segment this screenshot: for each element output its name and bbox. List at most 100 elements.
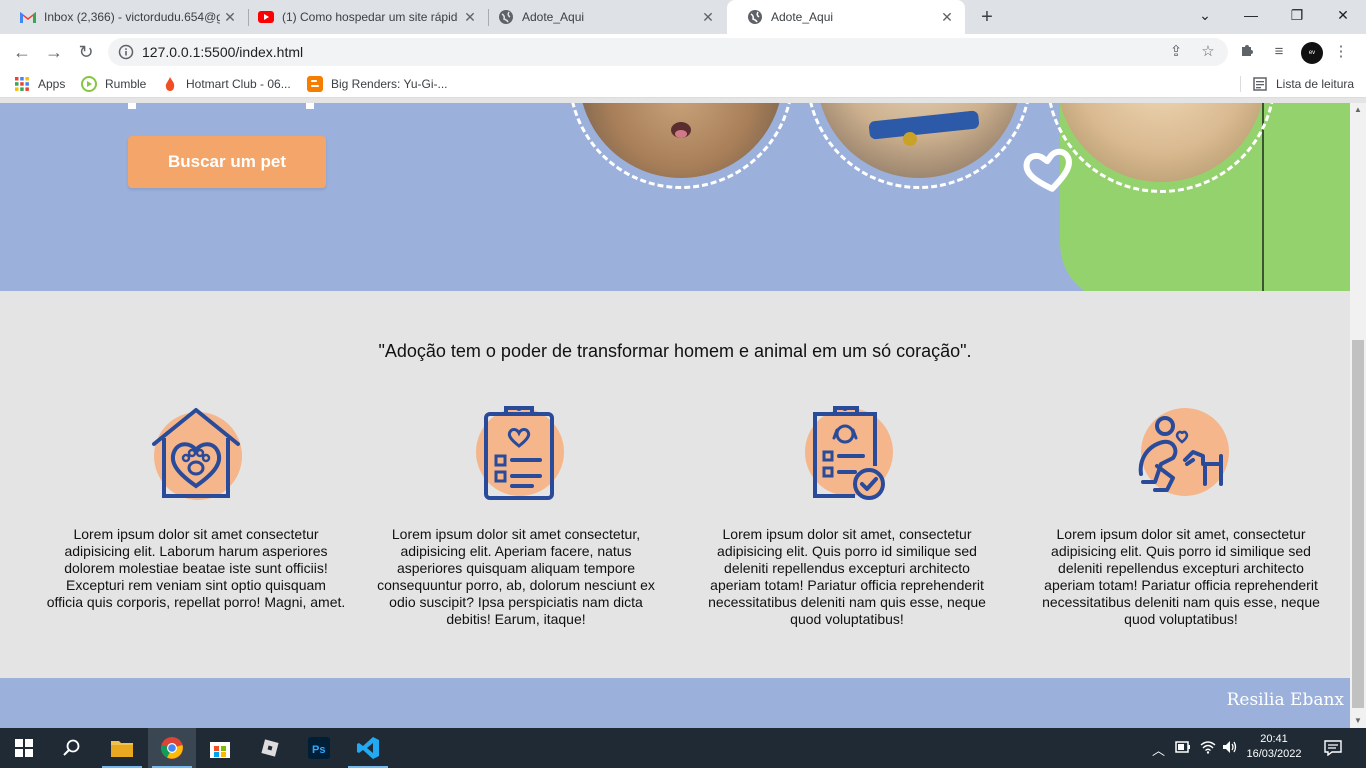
more-menu-icon[interactable]: ⋮ — [1331, 42, 1351, 62]
gmail-icon — [20, 9, 36, 25]
blogger-icon — [307, 76, 323, 92]
search-pet-button[interactable]: Buscar um pet — [128, 136, 326, 188]
media-queue-icon[interactable]: ≡ — [1269, 42, 1289, 62]
tab-strip: Inbox (2,366) - victordudu.654@gmail.com… — [0, 0, 1366, 34]
address-bar[interactable]: 127.0.0.1:5500/index.html ⇪ ☆ — [108, 38, 1228, 66]
tab-title: (1) Como hospedar um site rápido — [282, 10, 458, 24]
feature-card: Lorem ipsum dolor sit amet, consectetur … — [697, 405, 997, 628]
feature-card-text: Lorem ipsum dolor sit amet consectetur a… — [46, 526, 346, 610]
roblox-icon[interactable] — [246, 728, 294, 768]
globe-icon — [747, 9, 763, 25]
pet-photo-poodle — [568, 103, 794, 189]
page-footer: Resilia Ebanx — [0, 678, 1350, 728]
clipboard-heart-icon — [468, 405, 564, 502]
reload-button[interactable]: ↻ — [74, 40, 98, 64]
rumble-icon — [81, 76, 97, 92]
url-text: 127.0.0.1:5500/index.html — [142, 44, 304, 60]
file-explorer-icon[interactable] — [98, 728, 146, 768]
hero-decoration — [306, 103, 314, 109]
bookmark-label: Rumble — [105, 77, 147, 91]
scroll-down-arrow[interactable]: ▼ — [1350, 714, 1366, 728]
bookmark-star-icon[interactable]: ☆ — [1198, 42, 1218, 62]
feature-card-text: Lorem ipsum dolor sit amet, consectetur … — [1042, 526, 1320, 627]
scroll-up-arrow[interactable]: ▲ — [1350, 103, 1366, 117]
bookmark-apps[interactable]: Apps — [14, 76, 65, 92]
reading-list-button[interactable]: Lista de leitura — [1252, 76, 1354, 92]
new-tab-button[interactable]: + — [976, 6, 998, 28]
clock-time: 20:41 — [1260, 733, 1288, 745]
dog-image — [817, 103, 1021, 178]
tab-title: Inbox (2,366) - victordudu.654@gmail.com — [44, 10, 220, 24]
profile-avatar[interactable]: ev — [1301, 42, 1323, 64]
bookmark-separator — [1240, 76, 1241, 92]
footer-brand: Resilia Ebanx — [1226, 690, 1344, 710]
globe-icon — [498, 9, 514, 25]
person-with-dog-icon — [1133, 406, 1229, 502]
search-icon[interactable] — [48, 728, 96, 768]
tab-title: Adote_Aqui — [771, 10, 834, 24]
chrome-icon[interactable] — [148, 728, 196, 768]
vscode-icon[interactable] — [344, 728, 392, 768]
bookmark-label: Big Renders: Yu-Gi-... — [331, 77, 448, 91]
bookmark-rumble[interactable]: Rumble — [81, 76, 146, 92]
taskbar-clock[interactable]: 20:41 16/03/2022 — [1244, 732, 1304, 762]
bookmark-hotmart[interactable]: Hotmart Club - 06... — [162, 76, 291, 92]
apps-grid-icon — [14, 76, 30, 92]
microsoft-store-icon[interactable] — [196, 728, 244, 768]
bookmark-label: Hotmart Club - 06... — [186, 77, 291, 91]
page-scrollbar[interactable]: ▲ ▼ — [1350, 103, 1366, 728]
feature-card-text: Lorem ipsum dolor sit amet consectetur, … — [377, 526, 655, 627]
collar-tag — [903, 132, 917, 146]
feature-card: Lorem ipsum dolor sit amet consectetur a… — [46, 406, 346, 611]
tab-search-chevron-icon[interactable]: ⌄ — [1182, 0, 1228, 30]
back-button[interactable]: ← — [10, 40, 34, 64]
feature-card: Lorem ipsum dolor sit amet, consectetur … — [1031, 406, 1331, 628]
photoshop-icon[interactable]: Ps — [295, 728, 343, 768]
close-tab-icon[interactable]: ✕ — [222, 9, 238, 25]
hotmart-icon — [162, 76, 178, 92]
feature-card-text: Lorem ipsum dolor sit amet, consectetur … — [708, 526, 986, 627]
heart-outline-icon — [1023, 148, 1072, 192]
pet-house-heart-icon — [148, 406, 244, 502]
pet-photo-dog-collar — [806, 103, 1032, 189]
svg-text:Ps: Ps — [312, 744, 325, 756]
battery-icon[interactable] — [1175, 740, 1191, 757]
bookmark-label: Apps — [38, 77, 66, 91]
adoption-quote: "Adoção tem o poder de transformar homem… — [378, 341, 972, 361]
close-window-button[interactable]: ✕ — [1320, 0, 1366, 30]
reading-list-label: Lista de leitura — [1276, 77, 1355, 91]
browser-toolbar: ← → ↻ 127.0.0.1:5500/index.html ⇪ ☆ ≡ ev… — [0, 34, 1366, 70]
youtube-icon — [258, 9, 274, 25]
site-info-icon[interactable] — [118, 44, 134, 60]
start-windows-icon[interactable] — [0, 728, 48, 768]
volume-icon[interactable] — [1222, 740, 1238, 757]
poodle-mouth — [671, 122, 691, 138]
bookmark-big-renders[interactable]: Big Renders: Yu-Gi-... — [307, 76, 448, 92]
extensions-puzzle-icon[interactable] — [1237, 42, 1257, 62]
tab-adote-aqui-active[interactable]: Adote_Aqui ✕ — [727, 0, 965, 34]
hero-decoration — [128, 103, 136, 109]
show-hidden-icons-icon[interactable]: ︿ — [1152, 740, 1165, 759]
tab-adote-aqui[interactable]: Adote_Aqui ✕ — [478, 0, 726, 34]
close-tab-icon[interactable]: ✕ — [462, 9, 478, 25]
wifi-icon[interactable] — [1200, 740, 1216, 757]
share-icon[interactable]: ⇪ — [1166, 42, 1186, 62]
bookmarks-bar: Apps Rumble Hotmart Club - 06... Big Ren… — [0, 70, 1366, 98]
forward-button[interactable]: → — [42, 40, 66, 64]
minimize-button[interactable]: — — [1228, 0, 1274, 30]
page-viewport: Buscar um pet "Adoção tem o poder de tra… — [0, 103, 1350, 728]
close-tab-icon[interactable]: ✕ — [939, 9, 955, 25]
notifications-icon[interactable] — [1324, 740, 1342, 759]
reading-list-icon — [1252, 76, 1268, 92]
scrollbar-thumb[interactable] — [1352, 340, 1364, 708]
windows-taskbar: Ps ︿ 20:41 16/03/2022 — [0, 728, 1366, 768]
hero-section: Buscar um pet — [0, 103, 1350, 291]
tab-youtube[interactable]: (1) Como hospedar um site rápido ✕ — [238, 0, 488, 34]
restore-button[interactable]: ❐ — [1274, 0, 1320, 30]
clock-date: 16/03/2022 — [1246, 748, 1302, 760]
close-tab-icon[interactable]: ✕ — [700, 9, 716, 25]
feature-card: Lorem ipsum dolor sit amet consectetur, … — [366, 405, 666, 628]
clipboard-dog-check-icon — [799, 405, 895, 502]
tab-title: Adote_Aqui — [522, 10, 585, 24]
tab-gmail[interactable]: Inbox (2,366) - victordudu.654@gmail.com… — [0, 0, 248, 34]
